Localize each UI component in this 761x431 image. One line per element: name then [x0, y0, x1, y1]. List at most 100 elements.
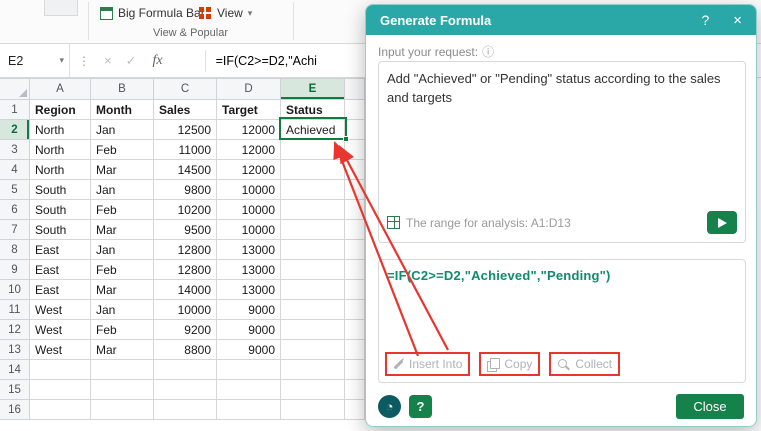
cell-A5[interactable]: South [30, 180, 91, 200]
col-header-C[interactable]: C [154, 79, 217, 100]
cell-B7[interactable]: Mar [91, 220, 154, 240]
cell-A15[interactable] [30, 380, 91, 400]
cell-D16[interactable] [217, 400, 281, 420]
cell-partial-1[interactable] [345, 100, 365, 120]
cell-C9[interactable]: 12800 [154, 260, 217, 280]
cell-E4[interactable] [281, 160, 345, 180]
cell-C2[interactable]: 12500 [154, 120, 217, 140]
row-header-3[interactable]: 3 [0, 140, 30, 160]
cell-A7[interactable]: South [30, 220, 91, 240]
cell-partial-10[interactable] [345, 280, 365, 300]
cell-D8[interactable]: 13000 [217, 240, 281, 260]
cell-D13[interactable]: 9000 [217, 340, 281, 360]
cell-E8[interactable] [281, 240, 345, 260]
cell-C5[interactable]: 9800 [154, 180, 217, 200]
cell-B4[interactable]: Mar [91, 160, 154, 180]
title-help-icon[interactable]: ? [701, 12, 709, 28]
cell-E15[interactable] [281, 380, 345, 400]
cell-A4[interactable]: North [30, 160, 91, 180]
cell-B15[interactable] [91, 380, 154, 400]
cell-E12[interactable] [281, 320, 345, 340]
cell-A9[interactable]: East [30, 260, 91, 280]
row-header-5[interactable]: 5 [0, 180, 30, 200]
copy-button[interactable]: Copy [479, 352, 541, 376]
cell-D6[interactable]: 10000 [217, 200, 281, 220]
insert-function-icon[interactable]: fx [153, 53, 163, 69]
cell-C7[interactable]: 9500 [154, 220, 217, 240]
big-formula-bar-button[interactable]: Big Formula Bar [100, 6, 205, 20]
cell-partial-2[interactable] [345, 120, 365, 140]
cell-A8[interactable]: East [30, 240, 91, 260]
row-header-14[interactable]: 14 [0, 360, 30, 380]
cell-B1[interactable]: Month [91, 100, 154, 120]
ribbon-partial-control[interactable] [44, 0, 78, 16]
cell-partial-5[interactable] [345, 180, 365, 200]
cell-partial-6[interactable] [345, 200, 365, 220]
row-header-11[interactable]: 11 [0, 300, 30, 320]
cell-D15[interactable] [217, 380, 281, 400]
col-header-D[interactable]: D [217, 79, 281, 100]
cell-D11[interactable]: 9000 [217, 300, 281, 320]
cell-C8[interactable]: 12800 [154, 240, 217, 260]
cell-D3[interactable]: 12000 [217, 140, 281, 160]
cell-A10[interactable]: East [30, 280, 91, 300]
cell-C6[interactable]: 10200 [154, 200, 217, 220]
cell-D5[interactable]: 10000 [217, 180, 281, 200]
row-header-2[interactable]: 2 [0, 120, 30, 140]
cell-C1[interactable]: Sales [154, 100, 217, 120]
cell-D2[interactable]: 12000 [217, 120, 281, 140]
cell-E5[interactable] [281, 180, 345, 200]
row-header-4[interactable]: 4 [0, 160, 30, 180]
cell-partial-13[interactable] [345, 340, 365, 360]
name-box[interactable]: E2 ▾ [0, 44, 70, 77]
info-icon[interactable]: ⓘ [482, 43, 494, 60]
cell-C15[interactable] [154, 380, 217, 400]
history-button[interactable]: ◔ [378, 395, 401, 418]
row-header-16[interactable]: 16 [0, 400, 30, 420]
cell-E11[interactable] [281, 300, 345, 320]
cell-B12[interactable]: Feb [91, 320, 154, 340]
cell-partial-12[interactable] [345, 320, 365, 340]
cell-B6[interactable]: Feb [91, 200, 154, 220]
cell-B5[interactable]: Jan [91, 180, 154, 200]
col-header-A[interactable]: A [30, 79, 91, 100]
cell-B2[interactable]: Jan [91, 120, 154, 140]
cell-C11[interactable]: 10000 [154, 300, 217, 320]
cell-A14[interactable] [30, 360, 91, 380]
cell-partial-11[interactable] [345, 300, 365, 320]
cell-D14[interactable] [217, 360, 281, 380]
cell-partial-14[interactable] [345, 360, 365, 380]
grid-select-all-corner[interactable] [0, 79, 30, 100]
insert-into-button[interactable]: Insert Into [385, 352, 471, 376]
cell-B13[interactable]: Mar [91, 340, 154, 360]
col-header-B[interactable]: B [91, 79, 154, 100]
cell-A13[interactable]: West [30, 340, 91, 360]
cell-C3[interactable]: 11000 [154, 140, 217, 160]
cell-partial-15[interactable] [345, 380, 365, 400]
cell-C16[interactable] [154, 400, 217, 420]
col-header-partial[interactable] [345, 79, 365, 100]
cell-C10[interactable]: 14000 [154, 280, 217, 300]
cell-B9[interactable]: Feb [91, 260, 154, 280]
cell-D4[interactable]: 12000 [217, 160, 281, 180]
enter-icon[interactable]: ✓ [126, 53, 137, 69]
send-button[interactable] [707, 211, 737, 234]
collect-button[interactable]: Collect [549, 352, 621, 376]
row-header-13[interactable]: 13 [0, 340, 30, 360]
cell-E7[interactable] [281, 220, 345, 240]
cell-A6[interactable]: South [30, 200, 91, 220]
view-dropdown[interactable]: View ▾ [199, 6, 252, 20]
row-header-15[interactable]: 15 [0, 380, 30, 400]
cell-partial-9[interactable] [345, 260, 365, 280]
request-input[interactable]: Add "Achieved" or "Pending" status accor… [378, 61, 746, 243]
row-header-7[interactable]: 7 [0, 220, 30, 240]
cell-C12[interactable]: 9200 [154, 320, 217, 340]
cell-E6[interactable] [281, 200, 345, 220]
cell-B10[interactable]: Mar [91, 280, 154, 300]
cell-E1[interactable]: Status [281, 100, 345, 120]
cell-A11[interactable]: West [30, 300, 91, 320]
cell-partial-7[interactable] [345, 220, 365, 240]
row-header-8[interactable]: 8 [0, 240, 30, 260]
cell-B11[interactable]: Jan [91, 300, 154, 320]
cell-A3[interactable]: North [30, 140, 91, 160]
